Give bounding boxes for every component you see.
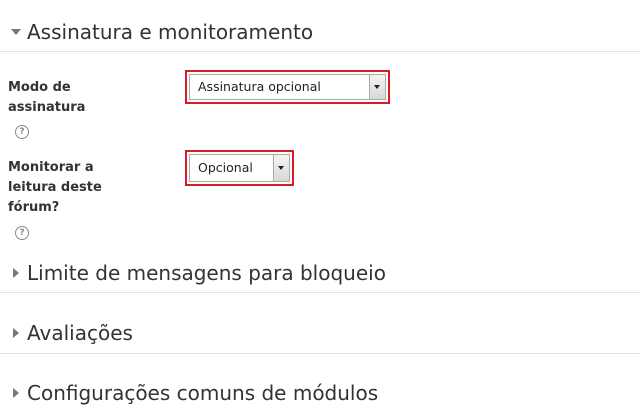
section-title-subscription: Assinatura e monitoramento xyxy=(27,20,314,44)
track-reading-select[interactable]: Opcional xyxy=(189,154,290,182)
dropdown-button[interactable] xyxy=(369,75,385,99)
subscription-mode-value: Assinatura opcional xyxy=(198,79,321,94)
track-reading-select-highlight: Opcional xyxy=(185,150,294,186)
section-title-ratings: Avaliações xyxy=(27,321,133,345)
section-title-common-module: Configurações comuns de módulos xyxy=(27,381,379,405)
triangle-down-icon xyxy=(11,29,21,35)
subscription-mode-select[interactable]: Assinatura opcional xyxy=(189,74,386,100)
dropdown-button[interactable] xyxy=(273,155,289,181)
section-header-ratings[interactable]: Avaliações xyxy=(0,313,641,354)
help-icon[interactable]: ? xyxy=(15,125,29,139)
triangle-right-icon xyxy=(13,328,19,338)
section-header-post-limit[interactable]: Limite de mensagens para bloqueio xyxy=(0,252,641,293)
section-header-subscription[interactable]: Assinatura e monitoramento xyxy=(0,10,641,52)
track-reading-label: Monitorar a leitura deste fórum? xyxy=(8,160,102,215)
chevron-down-icon xyxy=(278,166,284,170)
track-reading-value: Opcional xyxy=(198,160,253,175)
subscription-mode-select-highlight: Assinatura opcional xyxy=(185,70,390,104)
triangle-right-icon xyxy=(13,388,19,398)
triangle-right-icon xyxy=(13,268,19,278)
section-title-post-limit: Limite de mensagens para bloqueio xyxy=(27,261,386,285)
chevron-down-icon xyxy=(374,85,380,89)
help-icon[interactable]: ? xyxy=(15,226,29,240)
subscription-mode-label: Modo de assinatura xyxy=(8,80,86,115)
section-header-common-module[interactable]: Configurações comuns de módulos xyxy=(0,373,641,410)
